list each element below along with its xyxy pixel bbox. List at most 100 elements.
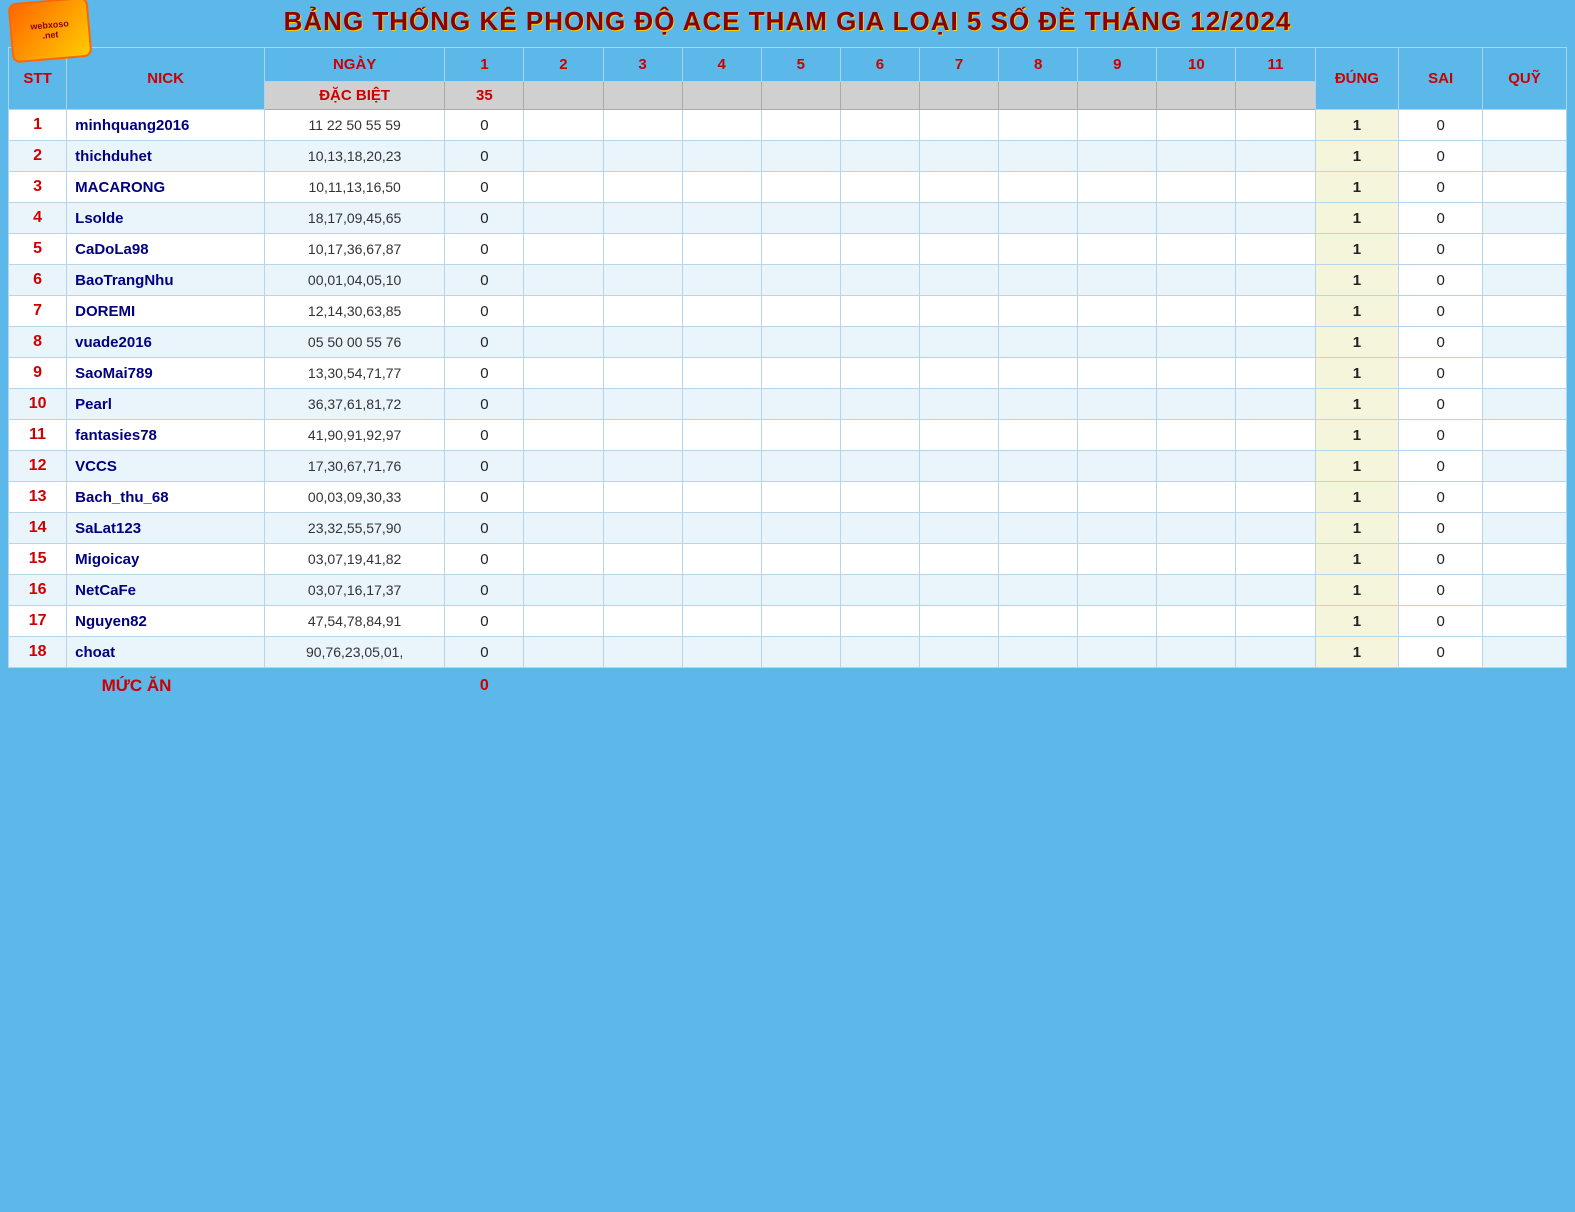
- th-col10: 10: [1157, 48, 1236, 82]
- td-col8: [999, 141, 1078, 172]
- footer-empty11: [1236, 668, 1315, 705]
- td-col11: [1236, 141, 1315, 172]
- table-row: 16NetCaFe03,07,16,17,37010: [9, 575, 1567, 606]
- table-row: 4Lsolde18,17,09,45,65010: [9, 203, 1567, 234]
- td-sai: 0: [1399, 389, 1483, 420]
- td-col1: 0: [445, 110, 524, 141]
- td-dung: 1: [1315, 358, 1399, 389]
- th-col7: 7: [919, 48, 998, 82]
- footer-empty7: [919, 668, 998, 705]
- td-col7: [919, 265, 998, 296]
- td-col9: [1078, 110, 1157, 141]
- td-stt: 17: [9, 606, 67, 637]
- footer-empty2: [524, 668, 603, 705]
- logo-badge: webxoso .net: [8, 0, 93, 63]
- td-quy: [1483, 265, 1567, 296]
- td-col10: [1157, 203, 1236, 234]
- td-col10: [1157, 389, 1236, 420]
- td-db2: [524, 82, 603, 110]
- td-col6: [840, 327, 919, 358]
- td-dacbiet-label: ĐẶC BIỆT: [264, 82, 444, 110]
- td-db9: [1078, 82, 1157, 110]
- table-row: 15Migoicay03,07,19,41,82010: [9, 544, 1567, 575]
- td-col8: [999, 327, 1078, 358]
- td-col1: 0: [445, 234, 524, 265]
- td-nick: BaoTrangNhu: [67, 265, 265, 296]
- td-sai: 0: [1399, 265, 1483, 296]
- td-col8: [999, 544, 1078, 575]
- td-dung: 1: [1315, 637, 1399, 668]
- td-ngay: 13,30,54,71,77: [264, 358, 444, 389]
- td-col8: [999, 265, 1078, 296]
- td-quy: [1483, 389, 1567, 420]
- td-nick: Lsolde: [67, 203, 265, 234]
- td-col9: [1078, 637, 1157, 668]
- td-col10: [1157, 265, 1236, 296]
- td-ngay: 05 50 00 55 76: [264, 327, 444, 358]
- td-nick: vuade2016: [67, 327, 265, 358]
- td-sai: 0: [1399, 575, 1483, 606]
- td-quy: [1483, 513, 1567, 544]
- td-stt: 5: [9, 234, 67, 265]
- td-col10: [1157, 234, 1236, 265]
- td-col10: [1157, 358, 1236, 389]
- td-col7: [919, 327, 998, 358]
- td-ngay: 12,14,30,63,85: [264, 296, 444, 327]
- table-row: 2thichduhet10,13,18,20,23010: [9, 141, 1567, 172]
- td-dung: 1: [1315, 327, 1399, 358]
- th-col9: 9: [1078, 48, 1157, 82]
- td-col4: [682, 234, 761, 265]
- td-col10: [1157, 172, 1236, 203]
- footer-value: 0: [445, 668, 524, 705]
- td-col9: [1078, 389, 1157, 420]
- td-col1: 0: [445, 606, 524, 637]
- th-col11: 11: [1236, 48, 1315, 82]
- main-table: STT NICK NGÀY 1 2 3 4 5 6 7 8 9 10 11 ĐÚ…: [8, 47, 1567, 705]
- td-quy: [1483, 544, 1567, 575]
- td-sai: 0: [1399, 141, 1483, 172]
- td-sai: 0: [1399, 296, 1483, 327]
- footer-empty12: [1315, 668, 1399, 705]
- table-row: 18choat90,76,23,05,01,010: [9, 637, 1567, 668]
- td-col8: [999, 203, 1078, 234]
- td-nick: Nguyen82: [67, 606, 265, 637]
- td-col9: [1078, 544, 1157, 575]
- td-stt: 10: [9, 389, 67, 420]
- td-col9: [1078, 172, 1157, 203]
- th-ngay: NGÀY: [264, 48, 444, 82]
- td-dung: 1: [1315, 513, 1399, 544]
- td-col5: [761, 575, 840, 606]
- td-ngay: 03,07,19,41,82: [264, 544, 444, 575]
- td-col2: [524, 110, 603, 141]
- td-col10: [1157, 451, 1236, 482]
- td-nick: SaoMai789: [67, 358, 265, 389]
- td-col6: [840, 172, 919, 203]
- td-col5: [761, 513, 840, 544]
- td-col9: [1078, 358, 1157, 389]
- td-nick: DOREMI: [67, 296, 265, 327]
- td-dacbiet-val: 35: [445, 82, 524, 110]
- td-col1: 0: [445, 327, 524, 358]
- td-col7: [919, 141, 998, 172]
- td-col8: [999, 296, 1078, 327]
- td-col2: [524, 358, 603, 389]
- td-sai: 0: [1399, 513, 1483, 544]
- td-col2: [524, 544, 603, 575]
- td-col11: [1236, 265, 1315, 296]
- td-quy: [1483, 141, 1567, 172]
- td-col1: 0: [445, 420, 524, 451]
- td-col7: [919, 234, 998, 265]
- td-col6: [840, 141, 919, 172]
- td-db3: [603, 82, 682, 110]
- td-col2: [524, 606, 603, 637]
- footer-empty10: [1157, 668, 1236, 705]
- td-sai: 0: [1399, 544, 1483, 575]
- th-col5: 5: [761, 48, 840, 82]
- td-col10: [1157, 544, 1236, 575]
- td-nick: CaDoLa98: [67, 234, 265, 265]
- td-col9: [1078, 606, 1157, 637]
- table-row: 8vuade201605 50 00 55 76010: [9, 327, 1567, 358]
- td-sai: 0: [1399, 358, 1483, 389]
- td-col5: [761, 544, 840, 575]
- td-quy: [1483, 420, 1567, 451]
